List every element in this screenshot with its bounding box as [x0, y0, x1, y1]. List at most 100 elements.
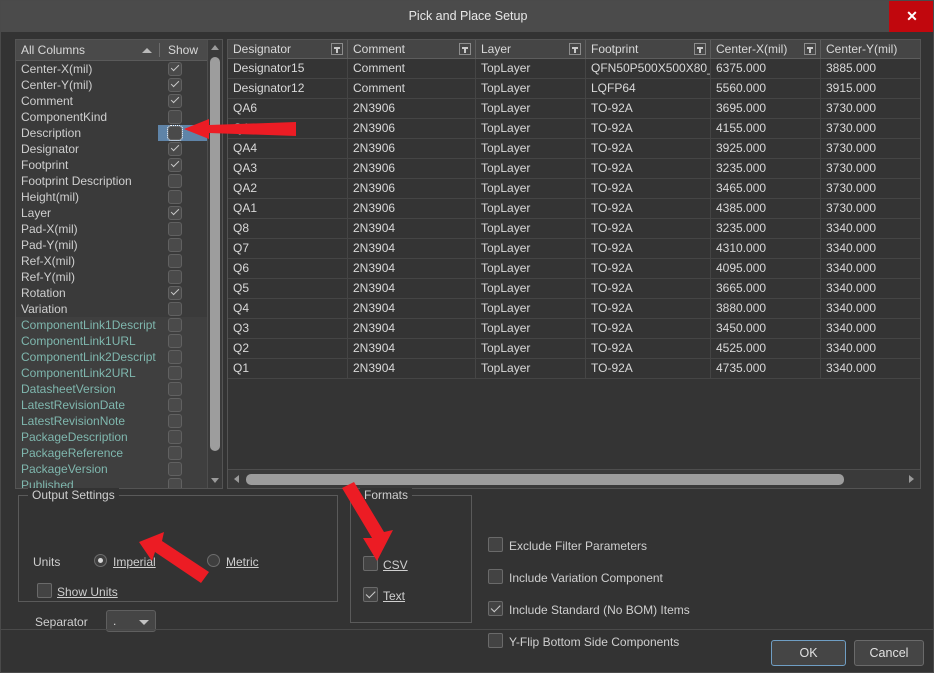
scroll-right-icon[interactable] — [904, 472, 918, 487]
close-icon[interactable]: ✕ — [889, 1, 933, 32]
column-show-checkbox[interactable] — [168, 430, 182, 444]
scroll-down-icon[interactable] — [208, 473, 222, 488]
column-list-item[interactable]: Ref-X(mil) — [16, 253, 207, 269]
column-list-item[interactable]: Height(mil) — [16, 189, 207, 205]
option-checkbox[interactable] — [488, 537, 503, 552]
table-row[interactable]: QA5 2N3906 TopLayer TO-92A 4155.000 3730.000 — [228, 119, 920, 139]
table-row[interactable]: QA2 2N3906 TopLayer TO-92A 3465.000 3730.000 — [228, 179, 920, 199]
table-row[interactable]: Q1 2N3904 TopLayer TO-92A 4735.000 3340.000 — [228, 359, 920, 379]
scrollbar-thumb[interactable] — [246, 474, 844, 485]
column-show-checkbox[interactable] — [168, 334, 182, 348]
column-list-item[interactable]: ComponentLink2Descript — [16, 349, 207, 365]
option-label[interactable]: Y-Flip Bottom Side Components — [509, 635, 679, 649]
format-text-label[interactable]: Text — [383, 589, 405, 603]
column-show-checkbox[interactable] — [168, 302, 182, 316]
scroll-left-icon[interactable] — [230, 472, 244, 487]
show-units-checkbox[interactable] — [37, 583, 52, 598]
column-show-checkbox[interactable] — [168, 446, 182, 460]
table-row[interactable]: Designator15 Comment TopLayer QFN50P500X500… — [228, 59, 920, 79]
column-show-checkbox[interactable] — [167, 125, 183, 141]
show-units-label[interactable]: Show Units — [57, 585, 118, 599]
column-show-checkbox[interactable] — [168, 462, 182, 476]
column-list-item[interactable]: Description — [16, 125, 207, 141]
column-list-item[interactable]: Designator — [16, 141, 207, 157]
option-checkbox[interactable] — [488, 569, 503, 584]
column-show-checkbox[interactable] — [168, 318, 182, 332]
column-show-checkbox[interactable] — [168, 110, 182, 124]
column-list-item[interactable]: LatestRevisionDate — [16, 397, 207, 413]
column-list-item[interactable]: Center-Y(mil) — [16, 77, 207, 93]
format-csv-checkbox[interactable] — [363, 556, 378, 571]
filter-icon[interactable] — [569, 43, 581, 55]
table-row[interactable]: Q2 2N3904 TopLayer TO-92A 4525.000 3340.000 — [228, 339, 920, 359]
column-show-checkbox[interactable] — [168, 78, 182, 92]
column-show-checkbox[interactable] — [168, 190, 182, 204]
column-list-item[interactable]: ComponentLink1URL — [16, 333, 207, 349]
column-list-vertical-scrollbar[interactable] — [207, 40, 222, 488]
column-list-item[interactable]: Rotation — [16, 285, 207, 301]
grid-horizontal-scrollbar[interactable] — [228, 469, 920, 488]
column-list-item[interactable]: Comment — [16, 93, 207, 109]
table-row[interactable]: QA3 2N3906 TopLayer TO-92A 3235.000 3730.000 — [228, 159, 920, 179]
column-show-checkbox[interactable] — [168, 206, 182, 220]
column-show-checkbox[interactable] — [168, 366, 182, 380]
column-list-item[interactable]: Pad-X(mil) — [16, 221, 207, 237]
all-columns-list[interactable]: All Columns Show Center-X(mil) Center-Y(m… — [15, 39, 223, 489]
column-list-item[interactable]: LatestRevisionNote — [16, 413, 207, 429]
table-row[interactable]: QA1 2N3906 TopLayer TO-92A 4385.000 3730.000 — [228, 199, 920, 219]
column-show-checkbox[interactable] — [168, 174, 182, 188]
format-text-checkbox[interactable] — [363, 587, 378, 602]
column-list-item[interactable]: DatasheetVersion — [16, 381, 207, 397]
option-label[interactable]: Exclude Filter Parameters — [509, 539, 647, 553]
sort-ascending-icon[interactable] — [142, 48, 152, 53]
filter-icon[interactable] — [459, 43, 471, 55]
grid-column-header[interactable]: Footprint — [586, 40, 711, 59]
column-show-checkbox[interactable] — [168, 238, 182, 252]
column-show-checkbox[interactable] — [168, 414, 182, 428]
column-show-checkbox[interactable] — [168, 158, 182, 172]
option-label[interactable]: Include Standard (No BOM) Items — [509, 603, 690, 617]
column-list-item[interactable]: ComponentLink1Descript — [16, 317, 207, 333]
column-list-item[interactable]: Ref-Y(mil) — [16, 269, 207, 285]
grid-column-header[interactable]: Designator — [228, 40, 348, 59]
grid-column-header[interactable]: Layer — [476, 40, 586, 59]
grid-column-header[interactable]: Center-Y(mil) — [821, 40, 920, 59]
table-row[interactable]: Q6 2N3904 TopLayer TO-92A 4095.000 3340.000 — [228, 259, 920, 279]
table-row[interactable]: Designator12 Comment TopLayer LQFP64 5560.00… — [228, 79, 920, 99]
column-show-checkbox[interactable] — [168, 254, 182, 268]
column-list-item[interactable]: PackageReference — [16, 445, 207, 461]
column-list-item[interactable]: PackageVersion — [16, 461, 207, 477]
cancel-button[interactable]: Cancel — [854, 640, 924, 666]
column-show-checkbox[interactable] — [168, 142, 182, 156]
column-show-checkbox[interactable] — [168, 62, 182, 76]
table-row[interactable]: Q8 2N3904 TopLayer TO-92A 3235.000 3340.000 — [228, 219, 920, 239]
column-show-checkbox[interactable] — [168, 94, 182, 108]
column-list-item[interactable]: Center-X(mil) — [16, 61, 207, 77]
filter-icon[interactable] — [331, 43, 343, 55]
column-show-checkbox[interactable] — [168, 350, 182, 364]
column-list-item[interactable]: Footprint Description — [16, 173, 207, 189]
column-show-checkbox[interactable] — [168, 478, 182, 488]
option-checkbox[interactable] — [488, 601, 503, 616]
units-metric-label[interactable]: Metric — [226, 555, 259, 569]
grid-column-header[interactable]: Center-X(mil) — [711, 40, 821, 59]
grid-column-header[interactable]: Comment — [348, 40, 476, 59]
table-row[interactable]: Q7 2N3904 TopLayer TO-92A 4310.000 3340.000 — [228, 239, 920, 259]
scroll-up-icon[interactable] — [208, 40, 222, 55]
column-show-checkbox[interactable] — [168, 382, 182, 396]
column-list-item[interactable]: ComponentKind — [16, 109, 207, 125]
column-list-item[interactable]: Footprint — [16, 157, 207, 173]
table-row[interactable]: QA6 2N3906 TopLayer TO-92A 3695.000 3730.000 — [228, 99, 920, 119]
column-list-item[interactable]: Variation — [16, 301, 207, 317]
column-list-item[interactable]: Layer — [16, 205, 207, 221]
format-csv-label[interactable]: CSV — [383, 558, 408, 572]
column-list-item[interactable]: ComponentLink2URL — [16, 365, 207, 381]
units-imperial-label[interactable]: Imperial — [113, 555, 156, 569]
table-row[interactable]: Q3 2N3904 TopLayer TO-92A 3450.000 3340.000 — [228, 319, 920, 339]
column-show-checkbox[interactable] — [168, 286, 182, 300]
units-imperial-radio[interactable] — [94, 554, 107, 567]
column-list-item[interactable]: PackageDescription — [16, 429, 207, 445]
filter-icon[interactable] — [694, 43, 706, 55]
option-checkbox[interactable] — [488, 633, 503, 648]
table-row[interactable]: Q5 2N3904 TopLayer TO-92A 3665.000 3340.000 — [228, 279, 920, 299]
